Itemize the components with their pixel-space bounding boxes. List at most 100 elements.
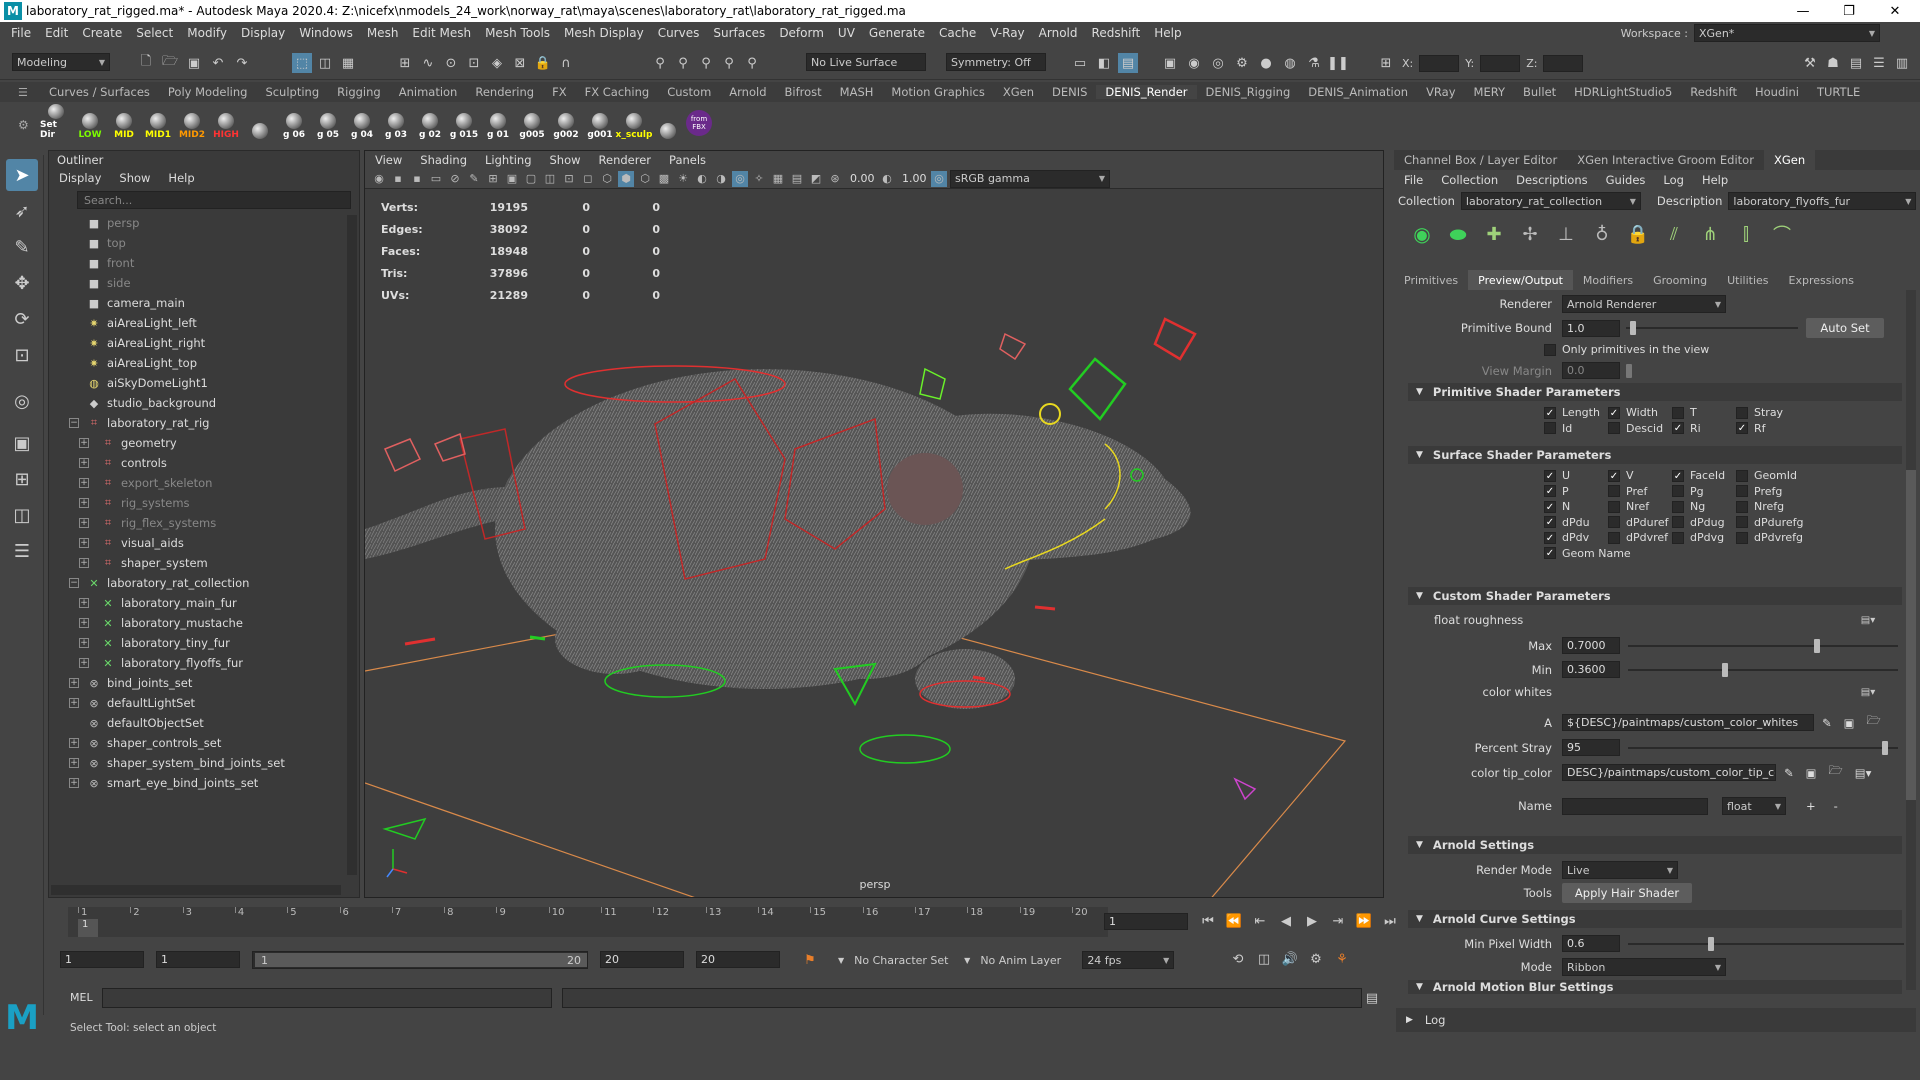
normalize-guide-icon[interactable]: ⋔ [1700, 224, 1720, 245]
outliner-menu-show[interactable]: Show [119, 171, 150, 185]
xgen-menu-descriptions[interactable]: Descriptions [1516, 173, 1588, 187]
snap-grid-icon[interactable]: ⊞ [395, 53, 415, 73]
checkbox-width[interactable]: ✓ Width [1608, 406, 1658, 419]
shelf-button[interactable]: HIGH [210, 104, 242, 140]
only-primitives-checkbox[interactable]: Only primitives in the view [1544, 343, 1709, 356]
pause-icon[interactable]: ❚❚ [1327, 53, 1349, 73]
shelf-button[interactable]: g001 [584, 104, 616, 140]
outliner-item[interactable]: + ✕ laboratory_tiny_fur [49, 633, 359, 653]
make-live-icon[interactable]: ⚲ [742, 53, 762, 73]
y-field[interactable] [1480, 54, 1521, 72]
xgen-menu-file[interactable]: File [1404, 173, 1423, 187]
tree-expander-icon[interactable]: + [79, 498, 89, 508]
menu-generate[interactable]: Generate [862, 26, 932, 40]
tree-expander-icon[interactable]: + [69, 758, 79, 768]
select-camera-icon[interactable]: ◉ [371, 171, 387, 187]
render-view-icon[interactable]: ▣ [1160, 53, 1180, 73]
color-whites-map-icon[interactable]: ▤▾ [1858, 682, 1878, 702]
outliner-item[interactable]: ✷ aiAreaLight_left [49, 313, 359, 333]
checkbox-rf[interactable]: ✓ Rf [1736, 422, 1766, 435]
outliner-item[interactable]: ■ front [49, 253, 359, 273]
checkbox-faceid[interactable]: ✓ FaceId [1672, 469, 1725, 482]
menu-surfaces[interactable]: Surfaces [706, 26, 772, 40]
outliner-item[interactable]: + ⌗ visual_aids [49, 533, 359, 553]
folder-icon[interactable]: 🗁 [1867, 713, 1881, 732]
maximize-button[interactable]: ❐ [1826, 0, 1872, 22]
shelf-button[interactable]: g 02 [414, 104, 446, 140]
menu-v-ray[interactable]: V-Ray [983, 26, 1031, 40]
checkbox-length[interactable]: ✓ Length [1544, 406, 1600, 419]
checkbox-dpdvrefg[interactable]: dPdvrefg [1736, 531, 1803, 544]
primitive-shader-section[interactable]: ▼ Primitive Shader Parameters [1408, 383, 1902, 401]
right-tab-xgen[interactable]: XGen [1763, 150, 1816, 170]
menu-windows[interactable]: Windows [292, 26, 360, 40]
anim-layer-arrow-icon[interactable]: ▼ [964, 956, 970, 965]
last-tool-icon[interactable]: ◎ [6, 385, 38, 417]
start-frame-field[interactable]: 1 [60, 951, 144, 968]
menu-redshift[interactable]: Redshift [1085, 26, 1148, 40]
anim-prefs-icon[interactable]: ⚙ [1306, 949, 1326, 969]
snap-point-icon[interactable]: ⊙ [441, 53, 461, 73]
shelf-tab-mery[interactable]: MERY [1465, 85, 1514, 99]
menu-arnold[interactable]: Arnold [1032, 26, 1085, 40]
add-guide-icon[interactable]: ✚ [1484, 224, 1504, 245]
outliner-item[interactable]: + ⊗ shaper_system_bind_joints_set [49, 753, 359, 773]
single-view-icon[interactable]: ▣ [6, 427, 38, 459]
tree-expander-icon[interactable]: + [79, 538, 89, 548]
playback-end-field[interactable]: 20 [600, 951, 684, 968]
shelf-menu-icon[interactable]: ☰ [18, 86, 28, 99]
gamma-icon[interactable]: ◐ [879, 171, 895, 187]
viewport-menu-renderer[interactable]: Renderer [599, 153, 652, 167]
rotate-tool-icon[interactable]: ⟳ [6, 303, 38, 335]
outliner-item[interactable]: + ⌗ rig_flex_systems [49, 513, 359, 533]
max-field[interactable]: 0.7000 [1562, 637, 1620, 654]
viewport-menu-view[interactable]: View [375, 153, 402, 167]
wireframe-icon[interactable]: ⬡ [599, 171, 615, 187]
name-field[interactable] [1562, 797, 1708, 815]
time-slider[interactable]: 1 2 3 4 5 6 7 8 9 10 11 12 13 14 15 16 17 18 19 20 1 1 ⏮ ⏪ ⇤… [48, 903, 1396, 941]
lasso-tool-icon[interactable]: ➶ [6, 195, 38, 227]
max-slider[interactable] [1628, 638, 1898, 653]
wireframe-on-shaded-icon[interactable]: ⬡ [637, 171, 653, 187]
menu-edit[interactable]: Edit [38, 26, 75, 40]
shelf-tab-bifrost[interactable]: Bifrost [776, 85, 831, 99]
xgen-scrollbar[interactable] [1906, 290, 1916, 990]
tree-expander-icon[interactable]: + [79, 558, 89, 568]
viewport-menu-show[interactable]: Show [550, 153, 581, 167]
curve-mode-dropdown[interactable]: Ribbon ▼ [1562, 958, 1726, 976]
loop-icon[interactable]: ⟲ [1228, 949, 1248, 969]
shelf-tab-hdrlightstudio5[interactable]: HDRLightStudio5 [1565, 85, 1681, 99]
workspace-dropdown[interactable]: XGen* ▼ [1694, 24, 1880, 42]
near-field[interactable]: 0.00 [846, 170, 876, 187]
sound-icon[interactable]: 🔊 [1280, 949, 1300, 969]
script-editor-icon[interactable]: ▤ [1362, 988, 1382, 1008]
menu-curves[interactable]: Curves [651, 26, 707, 40]
checkbox-ng[interactable]: Ng [1672, 500, 1705, 513]
menu-edit-mesh[interactable]: Edit Mesh [405, 26, 478, 40]
input-ops-icon[interactable]: ⚲ [650, 53, 670, 73]
rebuild-guide-icon[interactable]: ⫽ [1664, 224, 1684, 245]
view-margin-field[interactable]: 0.0 [1562, 362, 1620, 379]
shelf-tab-curves-surfaces[interactable]: Curves / Surfaces [40, 85, 159, 99]
outliner-item[interactable]: ✷ aiAreaLight_right [49, 333, 359, 353]
far-field[interactable]: 1.00 [898, 170, 928, 187]
lights-icon[interactable]: ☀ [675, 171, 691, 187]
attribute-editor-icon[interactable]: ▤ [1846, 53, 1866, 73]
save-tip-icon[interactable]: ▣ [1806, 766, 1817, 780]
xgen-menu-help[interactable]: Help [1702, 173, 1728, 187]
live-surface-field[interactable]: No Live Surface [806, 53, 926, 71]
outliner-layout-icon[interactable]: ☰ [6, 535, 38, 567]
snap-live-icon[interactable]: ⊠ [510, 53, 530, 73]
shelf-tab-arnold[interactable]: Arnold [720, 85, 775, 99]
outliner-item[interactable]: ◆ studio_background [49, 393, 359, 413]
min-pixel-width-slider[interactable] [1628, 936, 1904, 951]
checkbox-descid[interactable]: Descid [1608, 422, 1663, 435]
checkbox-pref[interactable]: Pref [1608, 485, 1647, 498]
new-scene-icon[interactable]: 🗋 [136, 53, 156, 73]
undo-icon[interactable]: ↶ [208, 53, 228, 73]
bookmark-icon[interactable]: ▪ [409, 171, 425, 187]
color-tip-field[interactable]: DESC}/paintmaps/custom_color_tip_color [1562, 764, 1776, 781]
shadows-icon[interactable]: ◐ [694, 171, 710, 187]
subtab-modifiers[interactable]: Modifiers [1573, 270, 1643, 290]
shelf-button[interactable]: MID [108, 104, 140, 140]
